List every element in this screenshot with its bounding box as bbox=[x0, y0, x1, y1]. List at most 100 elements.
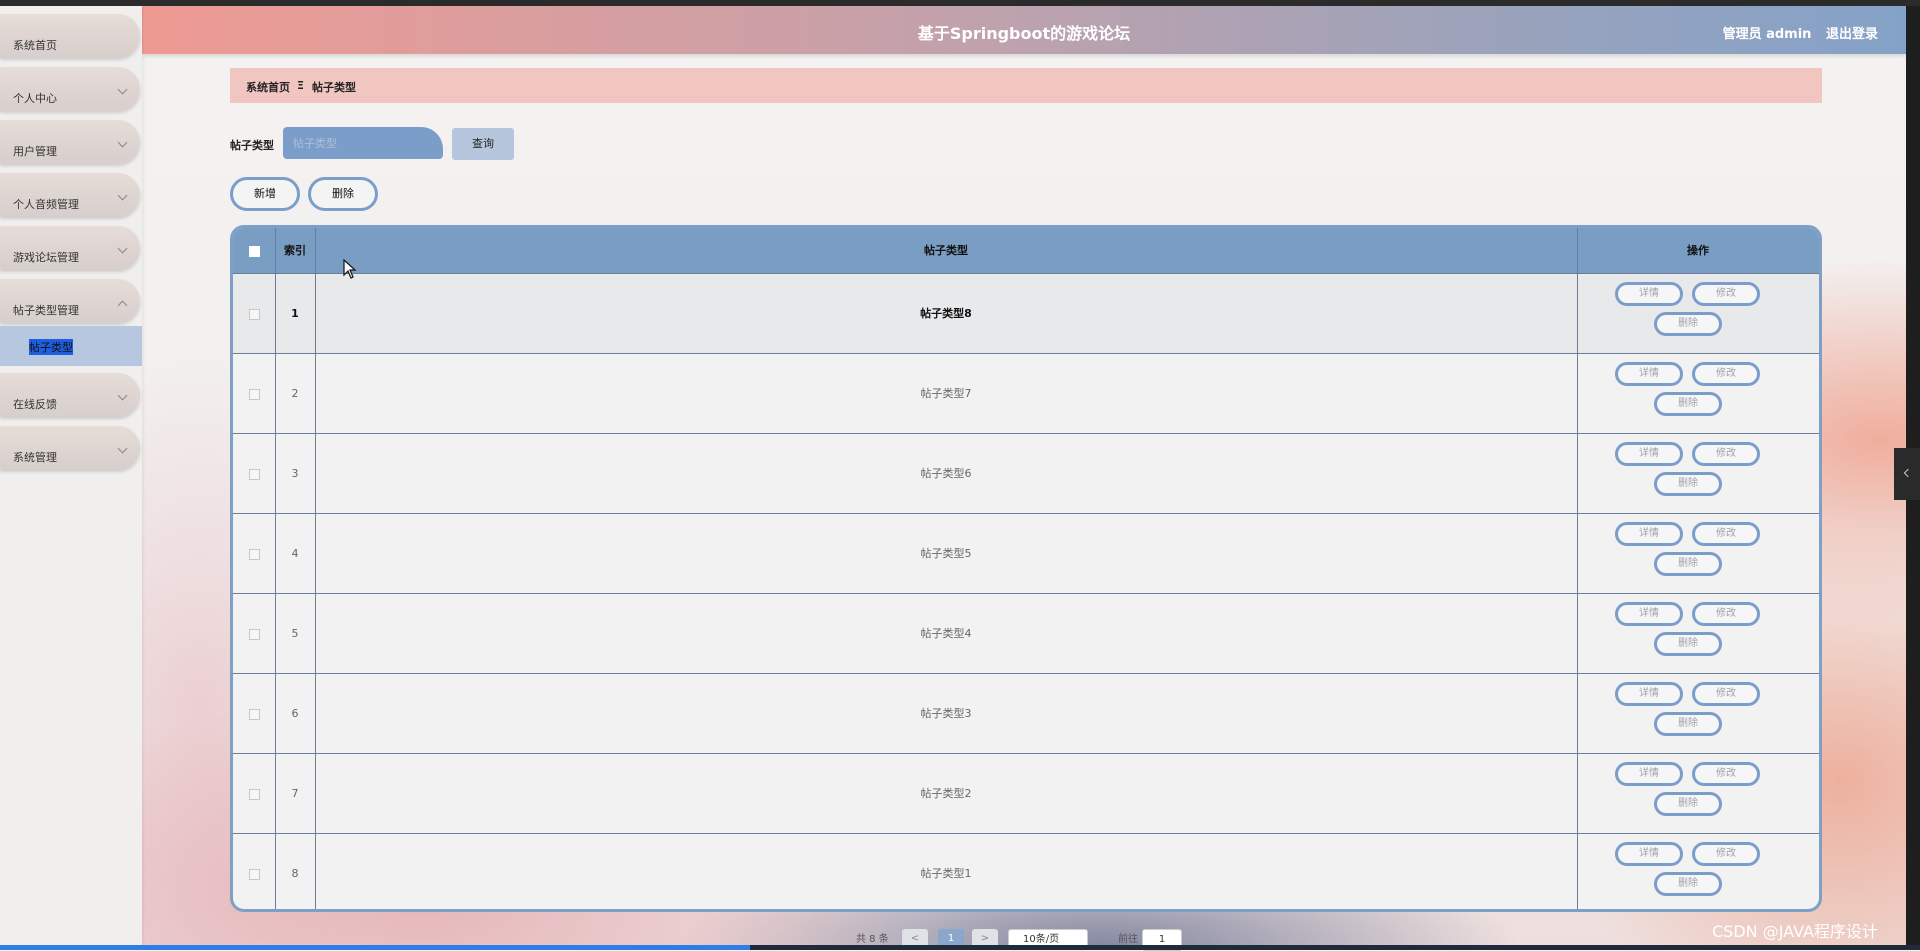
sidebar-item-label: 系统管理 bbox=[13, 451, 57, 464]
row-index: 4 bbox=[275, 514, 316, 593]
detail-button[interactable]: 详情 bbox=[1615, 842, 1683, 866]
row-select-cell bbox=[233, 514, 276, 593]
select-all-checkbox[interactable] bbox=[248, 245, 260, 257]
row-checkbox[interactable] bbox=[248, 308, 260, 320]
delete-button[interactable]: 删除 bbox=[1654, 312, 1722, 336]
chevron-left-icon bbox=[1903, 468, 1913, 478]
sidebar-item-feedback[interactable]: 在线反馈 bbox=[0, 373, 140, 417]
row-actions: 详情 修改删除 bbox=[1577, 514, 1819, 593]
edit-button[interactable]: 修改 bbox=[1692, 602, 1760, 626]
detail-button[interactable]: 详情 bbox=[1615, 602, 1683, 626]
row-actions: 详情 修改删除 bbox=[1577, 354, 1819, 433]
detail-button[interactable]: 详情 bbox=[1615, 442, 1683, 466]
search-input[interactable] bbox=[283, 127, 443, 159]
row-select-cell bbox=[233, 594, 276, 673]
sidebar-item-system[interactable]: 系统管理 bbox=[0, 426, 140, 470]
table-row[interactable]: 1 帖子类型8 详情 修改删除 bbox=[233, 273, 1819, 353]
add-button[interactable]: 新增 bbox=[230, 177, 300, 211]
row-index: 7 bbox=[275, 754, 316, 833]
detail-button[interactable]: 详情 bbox=[1615, 522, 1683, 546]
header-user-area: 管理员 admin 退出登录 bbox=[1723, 23, 1878, 42]
table-row[interactable]: 8 帖子类型1 详情 修改 删除 bbox=[233, 833, 1819, 909]
query-button[interactable]: 查询 bbox=[452, 128, 514, 160]
collapse-panel-button[interactable] bbox=[1894, 448, 1920, 500]
row-actions: 详情 修改删除 bbox=[1577, 594, 1819, 673]
chevron-down-icon bbox=[117, 390, 128, 401]
detail-button[interactable]: 详情 bbox=[1615, 362, 1683, 386]
sidebar-item-audio[interactable]: 个人音频管理 bbox=[0, 173, 140, 217]
row-type: 帖子类型7 bbox=[315, 354, 1578, 433]
row-type: 帖子类型4 bbox=[315, 594, 1578, 673]
row-select-cell bbox=[233, 434, 276, 513]
breadcrumb-home[interactable]: 系统首页 bbox=[246, 79, 290, 95]
sidebar-item-label: 游戏论坛管理 bbox=[13, 251, 79, 264]
delete-button[interactable]: 删除 bbox=[1654, 392, 1722, 416]
sidebar-item-profile[interactable]: 个人中心 bbox=[0, 67, 140, 111]
row-index: 2 bbox=[275, 354, 316, 433]
user-label: 管理员 admin bbox=[1722, 27, 1812, 42]
logout-link[interactable]: 退出登录 bbox=[1826, 27, 1878, 42]
watermark: CSDN @JAVA程序设计 bbox=[1712, 922, 1878, 941]
breadcrumb: 系统首页 Ξ 帖子类型 bbox=[230, 68, 1822, 103]
sidebar-item-label: 系统首页 bbox=[13, 39, 57, 52]
delete-button[interactable]: 删除 bbox=[1654, 872, 1722, 896]
row-select-cell bbox=[233, 834, 276, 909]
edit-button[interactable]: 修改 bbox=[1692, 842, 1760, 866]
row-actions: 详情 修改删除 bbox=[1577, 754, 1819, 833]
table-row[interactable]: 7 帖子类型2 详情 修改 删除 bbox=[233, 753, 1819, 833]
sidebar-item-label: 用户管理 bbox=[13, 145, 57, 158]
sidebar-item-post-types[interactable]: 帖子类型管理 bbox=[0, 279, 140, 323]
sidebar-item-label: 个人中心 bbox=[13, 92, 57, 105]
row-type: 帖子类型8 bbox=[315, 274, 1578, 353]
pagination-goto-label: 前往 bbox=[1118, 934, 1138, 945]
sidebar-item-label: 帖子类型管理 bbox=[13, 304, 79, 317]
table-row[interactable]: 2 帖子类型7 详情 修改 删除 bbox=[233, 353, 1819, 433]
row-checkbox[interactable] bbox=[248, 388, 260, 400]
chevron-down-icon bbox=[117, 443, 128, 454]
row-select-cell bbox=[233, 274, 276, 353]
chevron-up-icon bbox=[117, 300, 128, 311]
sidebar-item-home[interactable]: 系统首页 bbox=[0, 14, 140, 58]
row-checkbox[interactable] bbox=[248, 708, 260, 720]
sidebar-item-forum[interactable]: 游戏论坛管理 bbox=[0, 226, 140, 270]
delete-button[interactable]: 删除 bbox=[1654, 472, 1722, 496]
column-header-type: 帖子类型 bbox=[315, 228, 1578, 273]
detail-button[interactable]: 详情 bbox=[1615, 682, 1683, 706]
row-checkbox[interactable] bbox=[248, 548, 260, 560]
row-select-cell bbox=[233, 354, 276, 433]
sidebar-item-label: 个人音频管理 bbox=[13, 198, 79, 211]
row-checkbox[interactable] bbox=[248, 628, 260, 640]
edit-button[interactable]: 修改 bbox=[1692, 282, 1760, 306]
chevron-down-icon bbox=[117, 243, 128, 254]
sidebar-item-users[interactable]: 用户管理 bbox=[0, 120, 140, 164]
edit-button[interactable]: 修改 bbox=[1692, 362, 1760, 386]
progress-bar bbox=[0, 945, 750, 950]
detail-button[interactable]: 详情 bbox=[1615, 282, 1683, 306]
table-row[interactable]: 6 帖子类型3 详情 修改 删除 bbox=[233, 673, 1819, 753]
edit-button[interactable]: 修改 bbox=[1692, 682, 1760, 706]
breadcrumb-current: 帖子类型 bbox=[312, 81, 356, 94]
delete-button[interactable]: 删除 bbox=[1654, 552, 1722, 576]
sidebar-subitem-label: 帖子类型 bbox=[29, 339, 73, 355]
row-index: 1 bbox=[275, 274, 316, 353]
row-type: 帖子类型1 bbox=[315, 834, 1578, 909]
delete-button[interactable]: 删除 bbox=[1654, 712, 1722, 736]
app-title: 基于Springboot的游戏论坛 bbox=[917, 24, 1131, 43]
delete-button[interactable]: 删除 bbox=[1654, 632, 1722, 656]
sidebar: 系统首页 个人中心 用户管理 个人音频管理 游戏论坛管理 帖子类型管理 帖子类型… bbox=[0, 6, 142, 945]
row-checkbox[interactable] bbox=[248, 468, 260, 480]
edit-button[interactable]: 修改 bbox=[1692, 442, 1760, 466]
table-row[interactable]: 4 帖子类型5 详情 修改 删除 bbox=[233, 513, 1819, 593]
row-checkbox[interactable] bbox=[248, 868, 260, 880]
row-actions: 详情 修改删除 bbox=[1577, 434, 1819, 513]
table-row[interactable]: 3 帖子类型6 详情 修改 删除 bbox=[233, 433, 1819, 513]
detail-button[interactable]: 详情 bbox=[1615, 762, 1683, 786]
bulk-delete-button[interactable]: 删除 bbox=[308, 177, 378, 211]
table-row[interactable]: 5 帖子类型4 详情 修改 删除 bbox=[233, 593, 1819, 673]
delete-button[interactable]: 删除 bbox=[1654, 792, 1722, 816]
row-checkbox[interactable] bbox=[248, 788, 260, 800]
edit-button[interactable]: 修改 bbox=[1692, 522, 1760, 546]
sidebar-subitem-post-type[interactable]: 帖子类型 bbox=[0, 326, 142, 366]
edit-button[interactable]: 修改 bbox=[1692, 762, 1760, 786]
breadcrumb-separator: Ξ bbox=[297, 79, 304, 92]
